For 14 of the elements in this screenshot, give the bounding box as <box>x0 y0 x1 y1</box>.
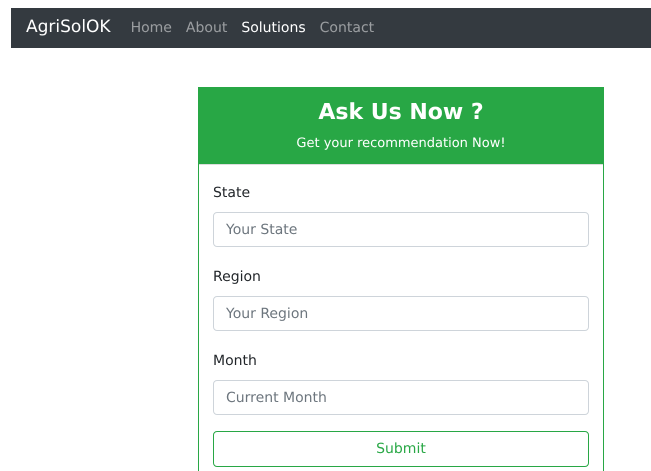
field-label: Region <box>213 268 262 287</box>
nav-link[interactable]: Solutions <box>241 18 306 38</box>
submit-button[interactable]: Submit <box>213 431 589 467</box>
brand-link[interactable]: AgriSolOK <box>26 15 111 41</box>
field-label: Month <box>213 352 258 371</box>
card-subtitle: Get your recommendation Now! <box>296 135 506 153</box>
nav-link[interactable]: Home <box>130 18 172 38</box>
nav-link[interactable]: About <box>186 18 228 38</box>
field-label: State <box>213 184 252 203</box>
input-field[interactable]: Current Month <box>213 380 589 415</box>
input-field[interactable]: Your State <box>213 212 589 247</box>
card-title: Ask Us Now ? <box>318 99 484 127</box>
input-field[interactable]: Your Region <box>213 296 589 331</box>
nav-link[interactable]: Contact <box>320 18 374 38</box>
